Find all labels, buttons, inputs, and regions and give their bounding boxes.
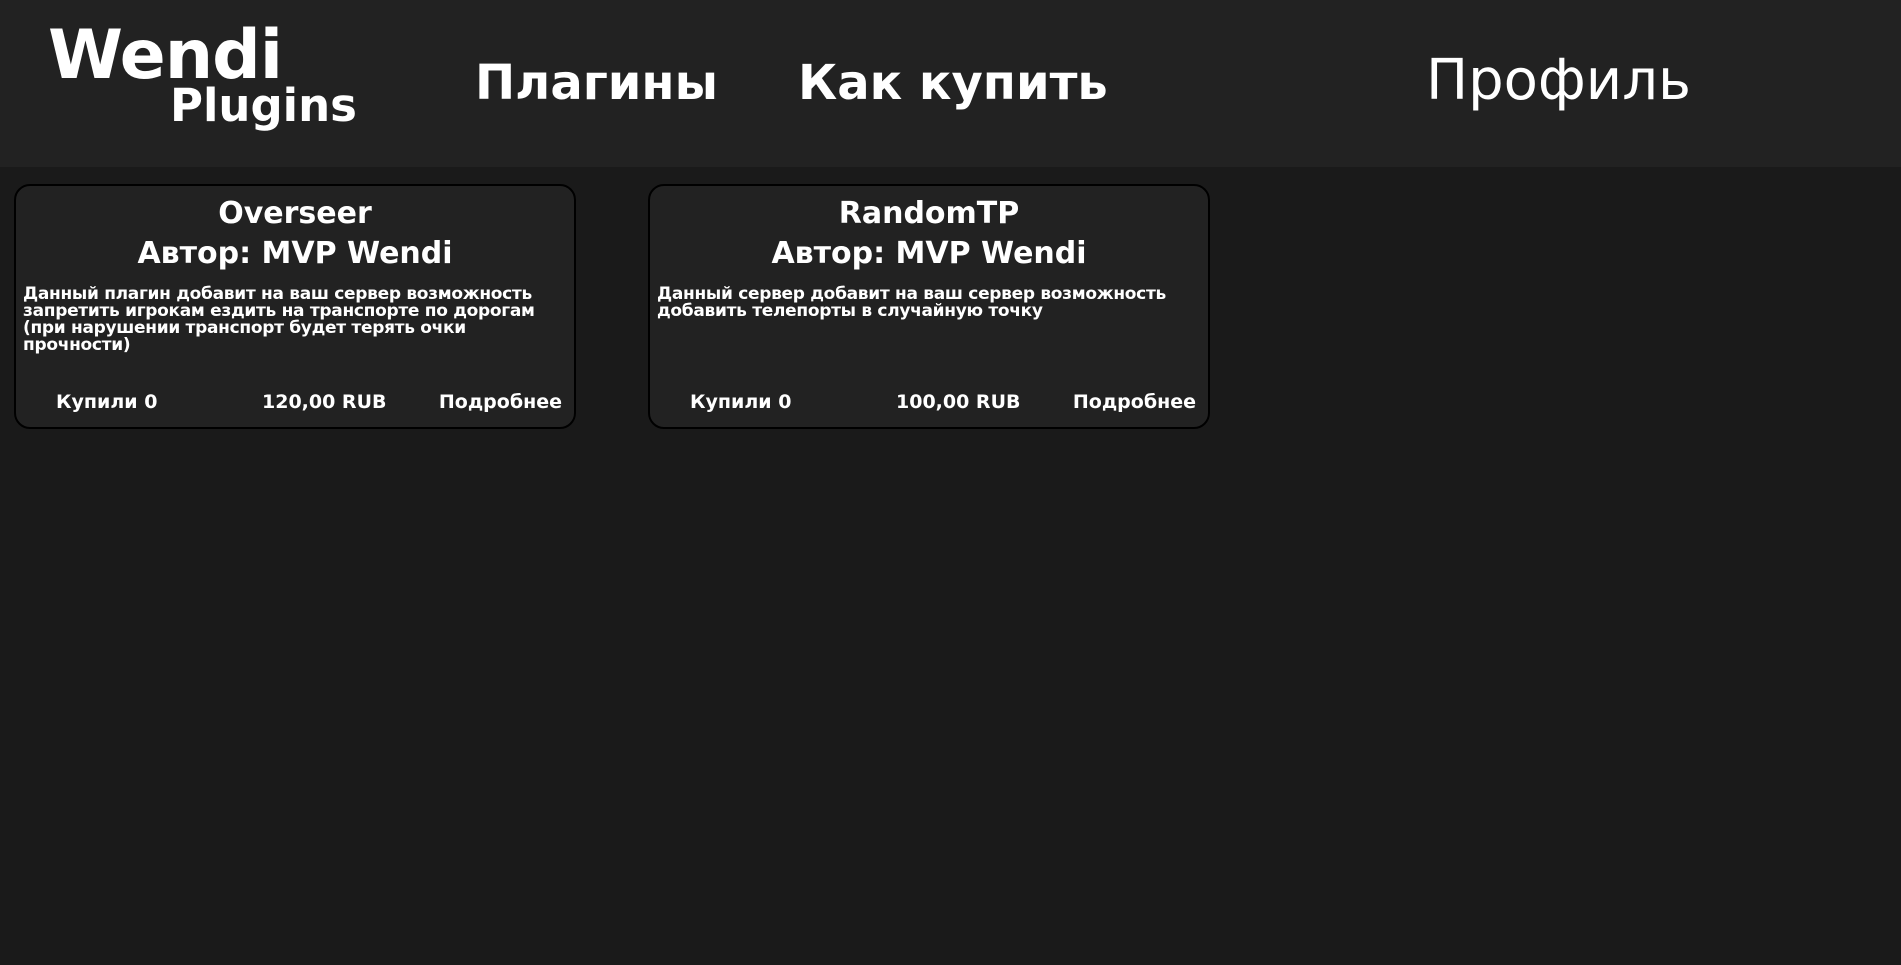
plugin-purchase-count: Купили 0 — [690, 391, 792, 413]
plugin-price: 100,00 RUB — [896, 391, 1021, 413]
nav-link-how-to-buy[interactable]: Как купить — [798, 50, 1108, 116]
plugin-description: Данный сервер добавит на ваш сервер возм… — [657, 284, 1166, 321]
plugin-more-link[interactable]: Подробнее — [1073, 388, 1196, 416]
logo-text-plugins: Plugins — [170, 79, 357, 132]
plugin-purchase-count: Купили 0 — [56, 391, 158, 413]
plugin-card[interactable]: Overseer Автор: MVP Wendi Данный плагин … — [14, 184, 576, 429]
site-logo[interactable]: Wendi Plugins — [48, 18, 368, 138]
nav-link-plugins[interactable]: Плагины — [475, 50, 718, 116]
plugin-title: RandomTP — [838, 196, 1020, 231]
plugin-card-footer: Купили 0 120,00 RUB Подробнее — [16, 388, 574, 416]
nav-link-profile[interactable]: Профиль — [1426, 48, 1691, 114]
site-header: Wendi Plugins Плагины Как купить Профиль — [0, 0, 1901, 167]
plugin-price: 120,00 RUB — [262, 391, 387, 413]
plugin-more-link[interactable]: Подробнее — [439, 388, 562, 416]
plugin-description: Данный плагин добавит на ваш сервер возм… — [23, 284, 535, 355]
plugin-title: Overseer — [218, 196, 372, 231]
plugin-card[interactable]: RandomTP Автор: MVP Wendi Данный сервер … — [648, 184, 1210, 429]
plugin-card-footer: Купили 0 100,00 RUB Подробнее — [650, 388, 1208, 416]
plugin-author: Автор: MVP Wendi — [771, 236, 1087, 271]
plugin-author: Автор: MVP Wendi — [137, 236, 453, 271]
